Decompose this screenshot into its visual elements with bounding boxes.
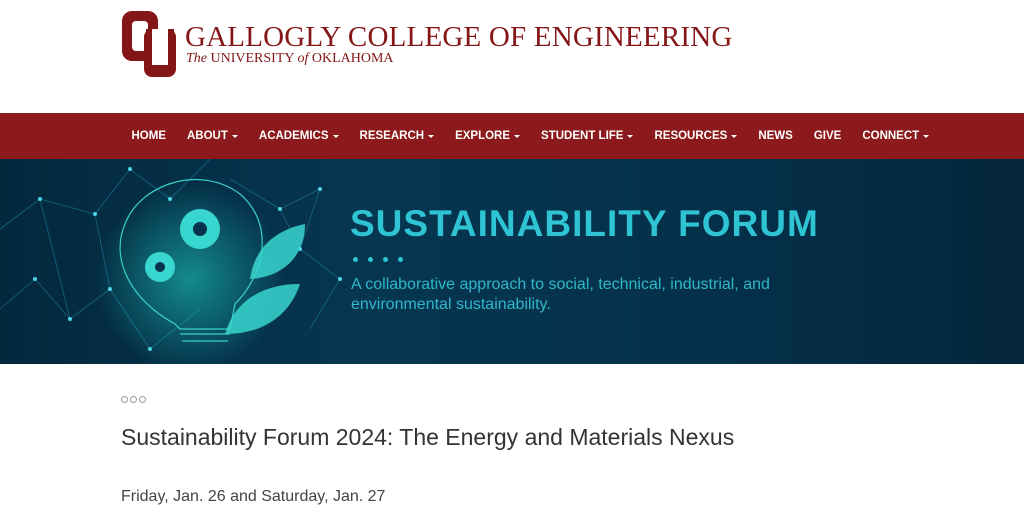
caret-down-icon — [428, 135, 435, 138]
nav-item-label: EXPLORE — [455, 130, 511, 142]
caret-down-icon — [627, 135, 634, 138]
banner-subtitle: A collaborative approach to social, tech… — [351, 276, 770, 313]
page-title: Sustainability Forum 2024: The Energy an… — [121, 424, 735, 450]
univ-part2: OKLAHOMA — [311, 51, 394, 66]
nav-item-explore[interactable]: EXPLORE — [445, 130, 531, 142]
nav-item-label: RESOURCES — [654, 130, 728, 142]
banner-dots-icon — [353, 257, 403, 262]
nav-item-label: ACADEMICS — [258, 130, 329, 142]
nav-item-label: RESEARCH — [359, 130, 425, 142]
hero-banner: SUSTAINABILITY FORUM A collaborative app… — [0, 159, 1024, 364]
lightbulb-gears-leaves-icon — [0, 159, 342, 364]
nav-item-connect[interactable]: CONNECT — [852, 130, 940, 142]
caret-down-icon — [332, 135, 339, 138]
event-date: Friday, Jan. 26 and Saturday, Jan. 27 — [121, 488, 386, 505]
nav-item-label: GIVE — [813, 130, 842, 142]
univ-the: The — [186, 51, 207, 66]
university-name[interactable]: The UNIVERSITY of OKLAHOMA — [186, 51, 394, 67]
univ-of: of — [297, 51, 309, 66]
nav-item-academics[interactable]: ACADEMICS — [248, 130, 349, 142]
nav-item-research[interactable]: RESEARCH — [349, 130, 445, 142]
nav-item-about[interactable]: ABOUT — [177, 130, 249, 142]
nav-item-label: CONNECT — [862, 130, 920, 142]
caret-down-icon — [731, 135, 738, 138]
nav-item-label: STUDENT LIFE — [541, 130, 624, 142]
main-nav: HOME ABOUT ACADEMICS RESEARCH EXPLORE STUDENT… — [0, 113, 1024, 159]
banner-title: SUSTAINABILITY FORUM — [350, 203, 819, 244]
ou-logo-icon[interactable] — [120, 9, 178, 79]
breadcrumb-dots-icon[interactable] — [121, 396, 146, 403]
nav-item-student-life[interactable]: STUDENT LIFE — [531, 130, 644, 142]
nav-item-news[interactable]: NEWS — [748, 130, 804, 142]
nav-item-resources[interactable]: RESOURCES — [644, 130, 748, 142]
nav-item-label: NEWS — [758, 130, 793, 142]
site-header: GALLOGLY COLLEGE OF ENGINEERING The UNIV… — [0, 0, 1024, 113]
nav-item-home[interactable]: HOME — [121, 130, 177, 142]
caret-down-icon — [923, 135, 930, 138]
college-name[interactable]: GALLOGLY COLLEGE OF ENGINEERING — [185, 21, 733, 53]
nav-item-label: HOME — [131, 130, 167, 142]
caret-down-icon — [514, 135, 521, 138]
nav-item-label: ABOUT — [187, 130, 228, 142]
nav-list: HOME ABOUT ACADEMICS RESEARCH EXPLORE STUDENT… — [121, 113, 940, 159]
caret-down-icon — [231, 135, 238, 138]
univ-part1: UNIVERSITY — [210, 51, 294, 66]
nav-item-give[interactable]: GIVE — [803, 130, 851, 142]
